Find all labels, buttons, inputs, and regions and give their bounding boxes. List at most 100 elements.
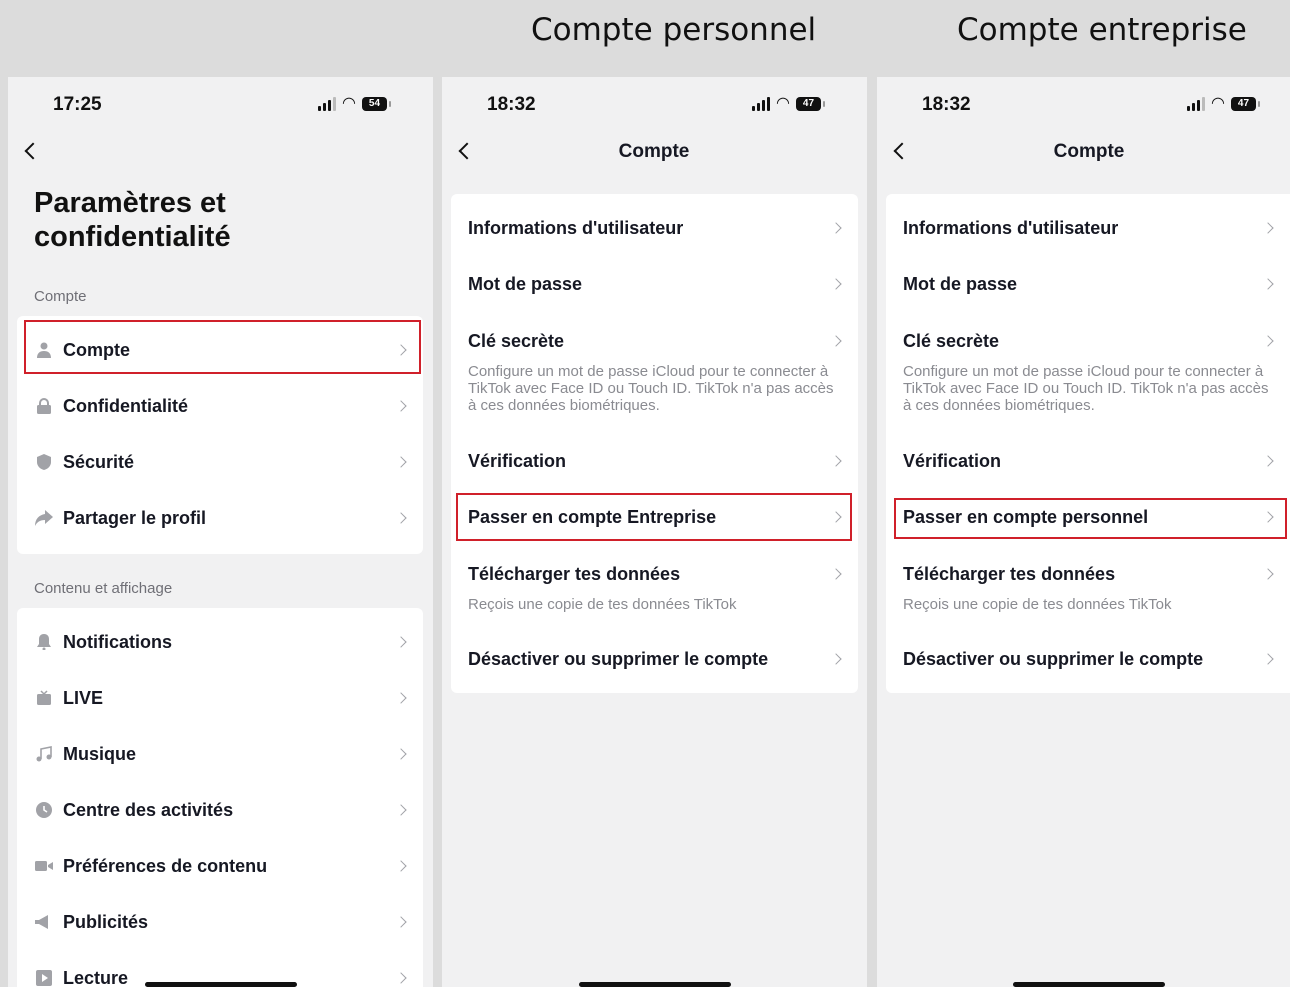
battery-icon: 54: [361, 97, 391, 111]
settings-item-label: Mot de passe: [903, 273, 1018, 294]
chevron-right-icon: [830, 653, 842, 665]
settings-item-download-data[interactable]: Télécharger tes données: [451, 546, 858, 602]
nav-title: Compte: [618, 141, 690, 162]
settings-item-label: Musique: [63, 743, 137, 764]
settings-item-music[interactable]: Musique: [17, 726, 423, 782]
settings-item-live[interactable]: LIVE: [17, 670, 423, 726]
settings-item-activity-center[interactable]: Centre des activités: [17, 782, 423, 838]
battery-icon: 47: [1230, 97, 1260, 111]
settings-item-verification[interactable]: Vérification: [886, 433, 1290, 489]
settings-item-deactivate-delete[interactable]: Désactiver ou supprimer le compte: [886, 631, 1290, 687]
bell-icon: [34, 634, 54, 650]
nav-title: Compte: [1053, 141, 1125, 162]
chevron-right-icon: [1262, 653, 1274, 665]
chevron-right-icon: [395, 916, 407, 928]
status-time: 18:32: [487, 94, 536, 115]
settings-item-label: Clé secrète: [903, 330, 1000, 351]
back-icon[interactable]: [454, 140, 478, 164]
signal-icon: [752, 97, 770, 111]
settings-item-label: Clé secrète: [468, 330, 565, 351]
status-bar: 18:32 ◠ 47: [877, 94, 1290, 118]
lock-icon: [34, 398, 54, 414]
settings-item-label: Notifications: [63, 631, 173, 652]
settings-item-label: Télécharger tes données: [468, 563, 681, 584]
section-label-content-display: Contenu et affichage: [34, 580, 173, 597]
music-note-icon: [34, 746, 54, 762]
settings-item-label: Désactiver ou supprimer le compte: [903, 648, 1204, 669]
settings-item-passkey[interactable]: Clé secrète: [886, 313, 1290, 369]
settings-item-label: Sécurité: [63, 451, 135, 472]
settings-item-password[interactable]: Mot de passe: [886, 256, 1290, 312]
settings-item-security[interactable]: Sécurité: [17, 434, 423, 490]
chevron-right-icon: [395, 456, 407, 468]
wifi-icon: ◠: [1211, 95, 1225, 112]
chevron-right-icon: [830, 568, 842, 580]
settings-item-label: Préférences de contenu: [63, 855, 268, 876]
highlight-box: [894, 498, 1287, 539]
settings-item-download-data[interactable]: Télécharger tes données: [886, 546, 1290, 602]
chevron-right-icon: [395, 512, 407, 524]
settings-item-label: Informations d'utilisateur: [903, 217, 1119, 238]
settings-item-share-profile[interactable]: Partager le profil: [17, 490, 423, 546]
settings-item-label: LIVE: [63, 687, 104, 708]
chevron-right-icon: [395, 972, 407, 984]
settings-item-label: Télécharger tes données: [903, 563, 1116, 584]
chevron-right-icon: [395, 804, 407, 816]
highlight-box: [24, 320, 421, 374]
status-bar: 17:25 ◠ 54: [8, 94, 433, 118]
page-title: Paramètres et confidentialité: [34, 187, 231, 253]
settings-item-label: Publicités: [63, 911, 149, 932]
status-time: 17:25: [53, 94, 102, 115]
settings-item-user-info[interactable]: Informations d'utilisateur: [451, 200, 858, 256]
back-icon[interactable]: [889, 140, 913, 164]
download-data-description: Reçois une copie de tes données TikTok: [903, 596, 1172, 613]
chevron-right-icon: [395, 860, 407, 872]
clock-icon: [34, 802, 54, 818]
settings-item-deactivate-delete[interactable]: Désactiver ou supprimer le compte: [451, 631, 858, 687]
chevron-right-icon: [395, 692, 407, 704]
back-icon[interactable]: [20, 140, 44, 164]
chevron-right-icon: [1262, 222, 1274, 234]
account-options-card: Informations d'utilisateur Mot de passe …: [886, 194, 1290, 693]
settings-item-label: Confidentialité: [63, 395, 188, 416]
settings-item-ads[interactable]: Publicités: [17, 894, 423, 950]
settings-item-content-preferences[interactable]: Préférences de contenu: [17, 838, 423, 894]
chevron-right-icon: [1262, 278, 1274, 290]
settings-item-label: Lecture: [63, 967, 129, 987]
status-time: 18:32: [922, 94, 971, 115]
video-camera-icon: [34, 859, 54, 873]
home-indicator: [145, 982, 297, 987]
settings-item-verification[interactable]: Vérification: [451, 433, 858, 489]
status-bar: 18:32 ◠ 47: [442, 94, 867, 118]
signal-icon: [318, 97, 336, 111]
chevron-right-icon: [1262, 335, 1274, 347]
section-label-account: Compte: [34, 288, 87, 305]
chevron-right-icon: [830, 222, 842, 234]
share-arrow-icon: [34, 510, 54, 526]
caption-personal-account: Compte personnel: [531, 12, 817, 48]
caption-business-account: Compte entreprise: [957, 12, 1247, 48]
chevron-right-icon: [1262, 455, 1274, 467]
signal-icon: [1187, 97, 1205, 111]
chevron-right-icon: [830, 278, 842, 290]
highlight-box: [456, 493, 852, 541]
chevron-right-icon: [830, 335, 842, 347]
settings-item-label: Désactiver ou supprimer le compte: [468, 648, 769, 669]
settings-item-label: Partager le profil: [63, 507, 207, 528]
download-data-description: Reçois une copie de tes données TikTok: [468, 596, 737, 613]
settings-item-privacy[interactable]: Confidentialité: [17, 378, 423, 434]
chevron-right-icon: [395, 400, 407, 412]
passkey-description: Configure un mot de passe iCloud pour te…: [468, 363, 834, 414]
chevron-right-icon: [395, 636, 407, 648]
wifi-icon: ◠: [776, 95, 790, 112]
settings-item-password[interactable]: Mot de passe: [451, 256, 858, 312]
settings-item-passkey[interactable]: Clé secrète: [451, 313, 858, 369]
settings-item-notifications[interactable]: Notifications: [17, 614, 423, 670]
content-settings-card: Notifications LIVE Musique Centre des ac…: [17, 608, 423, 987]
home-indicator: [1013, 982, 1165, 987]
account-options-card: Informations d'utilisateur Mot de passe …: [451, 194, 858, 693]
home-indicator: [579, 982, 731, 987]
settings-item-label: Mot de passe: [468, 273, 583, 294]
settings-item-label: Centre des activités: [63, 799, 234, 820]
settings-item-user-info[interactable]: Informations d'utilisateur: [886, 200, 1290, 256]
